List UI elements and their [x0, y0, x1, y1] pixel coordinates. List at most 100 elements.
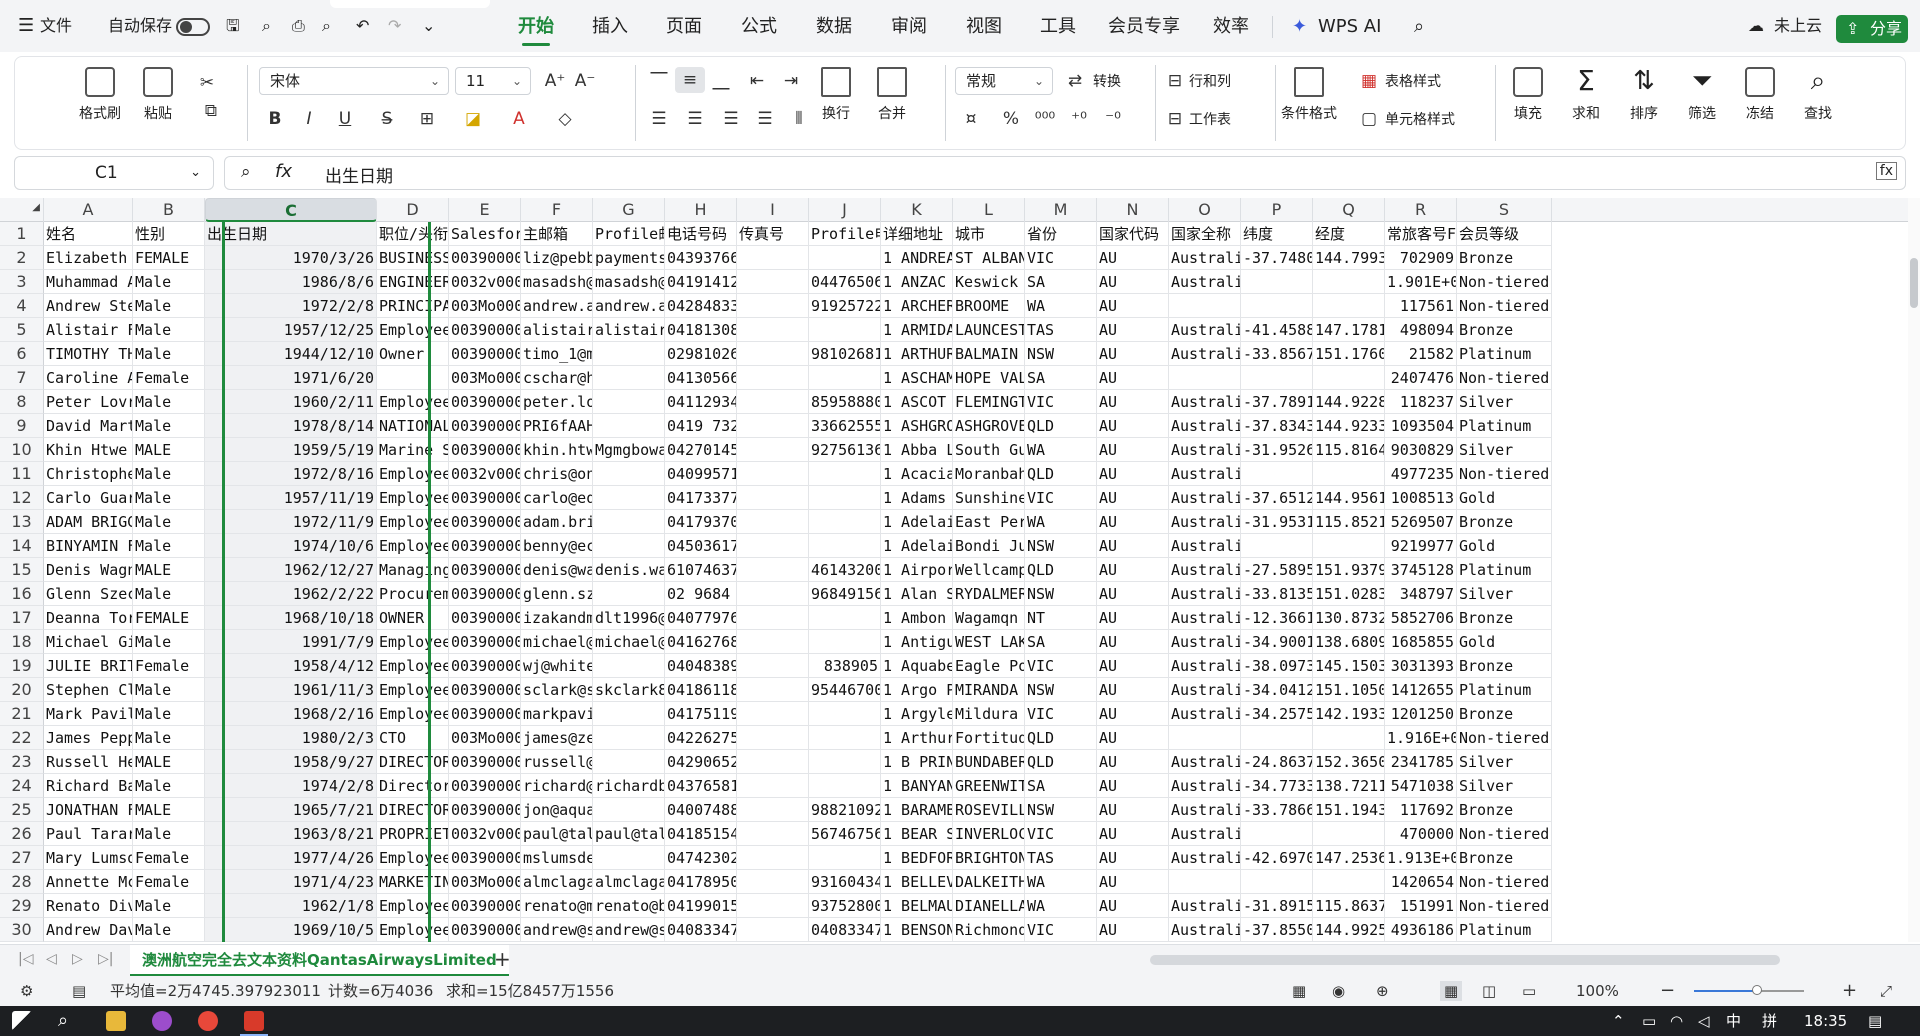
cell-j20[interactable]: 95446700 [809, 678, 881, 702]
cell-q15[interactable]: 151.93799 [1313, 558, 1385, 582]
cell-g5[interactable]: alistair@c [593, 318, 665, 342]
cell-o2[interactable]: Australia [1169, 246, 1241, 270]
cell-j12[interactable] [809, 486, 881, 510]
cell-a5[interactable]: Alistair F [44, 318, 133, 342]
cell-o6[interactable]: Australia [1169, 342, 1241, 366]
cell-e28[interactable]: 003Mo0000 [449, 870, 521, 894]
cell-k1[interactable]: 详细地址 [881, 222, 953, 246]
cell-j6[interactable]: 98102681 [809, 342, 881, 366]
cell-o27[interactable]: Australia [1169, 846, 1241, 870]
file-menu[interactable]: 文件 [40, 14, 72, 38]
cell-g25[interactable] [593, 798, 665, 822]
cell-j29[interactable]: 93752800 [809, 894, 881, 918]
cell-k12[interactable]: 1 Adams Co [881, 486, 953, 510]
cell-h2[interactable]: 0439376668 [665, 246, 737, 270]
print-icon[interactable]: ⎙ [292, 14, 305, 38]
tab-tools[interactable]: 工具 [1040, 12, 1076, 42]
cell-k10[interactable]: 1 Abba Lar [881, 438, 953, 462]
row-header[interactable]: 29 [0, 894, 44, 918]
cell-n26[interactable]: AU [1097, 822, 1169, 846]
cell-k16[interactable]: 1 Alan Str [881, 582, 953, 606]
cell-g23[interactable] [593, 750, 665, 774]
cell-h10[interactable]: 0427014539 [665, 438, 737, 462]
next-sheet-icon[interactable]: ▷ [72, 951, 83, 967]
cell-o11[interactable]: Australia [1169, 462, 1241, 486]
cell-f10[interactable]: khin.htwe@ [521, 438, 593, 462]
cell-f16[interactable]: glenn.szecsodi@rheem [521, 582, 593, 606]
cell-r16[interactable]: 348797 [1385, 582, 1457, 606]
cell-q1[interactable]: 经度 [1313, 222, 1385, 246]
underline-button[interactable]: U [333, 107, 357, 131]
cell-r24[interactable]: 5471038 [1385, 774, 1457, 798]
cell-d12[interactable]: Employee [377, 486, 449, 510]
cell-l17[interactable]: Wagamqn [953, 606, 1025, 630]
cell-r9[interactable]: 1093504 [1385, 414, 1457, 438]
cell-s13[interactable]: Bronze [1457, 510, 1552, 534]
column-header-m[interactable]: M [1025, 198, 1097, 222]
search-icon[interactable]: ⌕ [1414, 12, 1424, 42]
strikethrough-icon[interactable]: S̶ [375, 107, 399, 131]
cell-a3[interactable]: Muhammad A [44, 270, 133, 294]
cell-h3[interactable]: 0419141228 [665, 270, 737, 294]
cell-g26[interactable]: paul@talum [593, 822, 665, 846]
cell-e29[interactable]: 0039000001 [449, 894, 521, 918]
cell-a4[interactable]: Andrew Ste [44, 294, 133, 318]
cell-g13[interactable] [593, 510, 665, 534]
cell-h12[interactable]: 0417337746 [665, 486, 737, 510]
cell-i25[interactable] [737, 798, 809, 822]
cell-r28[interactable]: 1420654 [1385, 870, 1457, 894]
cell-q29[interactable]: 115.8637 [1313, 894, 1385, 918]
cell-n8[interactable]: AU [1097, 390, 1169, 414]
cell-m16[interactable]: NSW [1025, 582, 1097, 606]
cell-a16[interactable]: Glenn Szec [44, 582, 133, 606]
cell-e16[interactable]: 0039000001 [449, 582, 521, 606]
cell-r21[interactable]: 1201250 [1385, 702, 1457, 726]
font-color-icon[interactable]: A [507, 107, 531, 131]
cell-s10[interactable]: Silver [1457, 438, 1552, 462]
cell-i17[interactable] [737, 606, 809, 630]
row-header[interactable]: 9 [0, 414, 44, 438]
chrome-icon[interactable] [198, 1011, 218, 1031]
cell-h5[interactable]: 0418130876 [665, 318, 737, 342]
align-middle-button[interactable]: ≡ [675, 67, 705, 93]
cell-r10[interactable]: 9030829 [1385, 438, 1457, 462]
cell-k24[interactable]: 1 BANYAN C [881, 774, 953, 798]
cell-p16[interactable]: -33.81354 [1241, 582, 1313, 606]
cell-k27[interactable]: 1 BEDFORD [881, 846, 953, 870]
cell-l26[interactable]: INVERLOCH [953, 822, 1025, 846]
cell-s23[interactable]: Silver [1457, 750, 1552, 774]
redo-icon[interactable]: ↷ [388, 14, 401, 38]
tab-wps-ai[interactable]: WPS AI [1318, 12, 1381, 42]
cell-r30[interactable]: 4936186 [1385, 918, 1457, 942]
cell-q21[interactable]: 142.19338 [1313, 702, 1385, 726]
undo-icon[interactable]: ↶ [356, 14, 369, 38]
cell-p22[interactable] [1241, 726, 1313, 750]
cell-a12[interactable]: Carlo Guar [44, 486, 133, 510]
sheet-list-icon[interactable]: ▤ [72, 981, 86, 1001]
hamburger-icon[interactable]: ☰ [18, 14, 34, 38]
column-header-c[interactable]: C [205, 198, 377, 222]
cell-s14[interactable]: Gold [1457, 534, 1552, 558]
cell-a22[interactable]: James Pepp [44, 726, 133, 750]
cell-j9[interactable]: 33662555 [809, 414, 881, 438]
cell-d6[interactable]: Owner [377, 342, 449, 366]
cut-icon[interactable]: ✂ [195, 71, 219, 95]
cell-i1[interactable]: 传真号 [737, 222, 809, 246]
column-header-f[interactable]: F [521, 198, 593, 222]
zoom-formula-icon[interactable]: ⌕ [241, 162, 251, 182]
cell-a7[interactable]: Caroline A [44, 366, 133, 390]
cell-d19[interactable]: Employee [377, 654, 449, 678]
cell-i18[interactable] [737, 630, 809, 654]
clear-format-icon[interactable]: ◇ [553, 107, 577, 131]
cell-s6[interactable]: Platinum [1457, 342, 1552, 366]
cell-l18[interactable]: WEST LAKES [953, 630, 1025, 654]
cell-m14[interactable]: NSW [1025, 534, 1097, 558]
cell-d26[interactable]: PROPRIETOR [377, 822, 449, 846]
cell-c8[interactable]: 1960/2/11 [205, 390, 377, 414]
filter-button[interactable]: ⏷ 筛选 [1687, 67, 1717, 123]
cell-d3[interactable]: ENGINEER [377, 270, 449, 294]
cell-r26[interactable]: 470000 [1385, 822, 1457, 846]
cell-d2[interactable]: BUSINESS M [377, 246, 449, 270]
cell-g21[interactable] [593, 702, 665, 726]
spreadsheet-grid[interactable]: ◢ ABCDEFGHIJKLMNOPQRS 1 姓名 性别 出生日期 职位/头衔 Sale… [0, 198, 1908, 942]
